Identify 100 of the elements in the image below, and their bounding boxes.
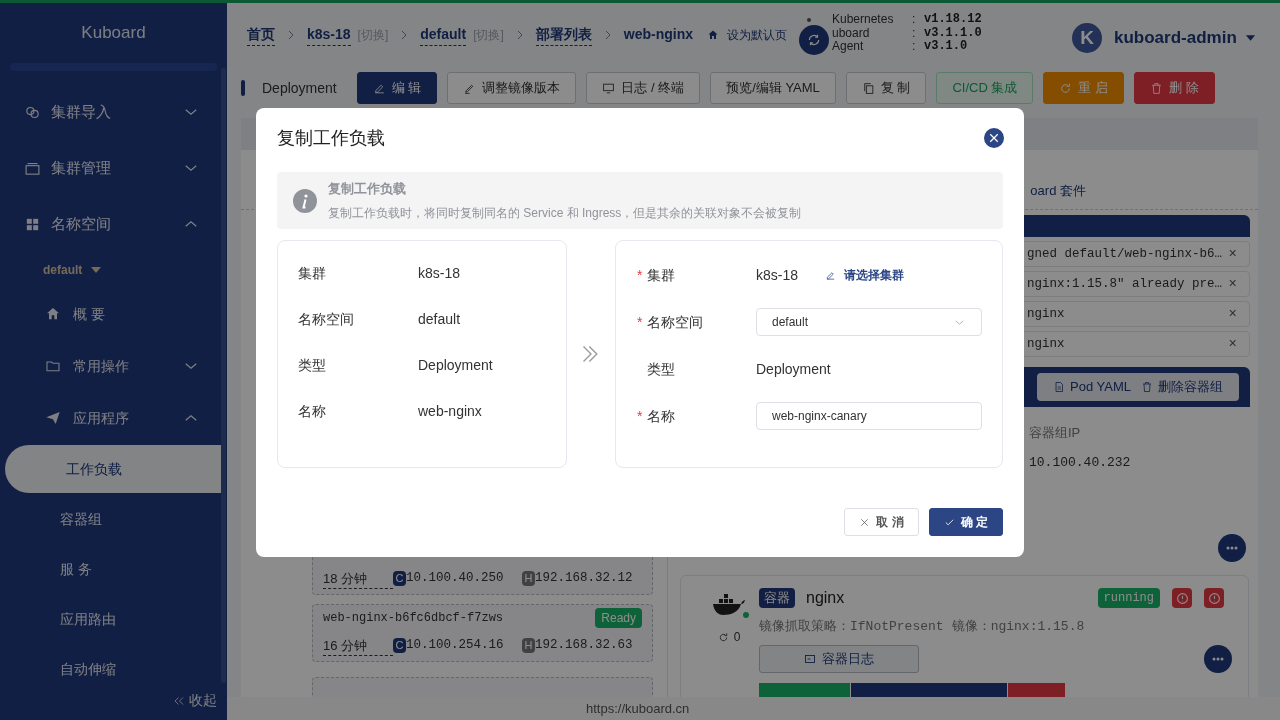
tag: H [522, 571, 535, 587]
host-ip: 192.168.32.12 [535, 570, 633, 588]
event-message: gned default/web-nginx-b6… [1027, 245, 1224, 263]
sidebar-item[interactable]: 集群导入 [0, 84, 222, 140]
folder-icon [45, 358, 61, 374]
double-chevron-left-icon [173, 694, 185, 707]
caret-down-icon [1244, 34, 1256, 42]
trash-icon [1150, 81, 1164, 95]
footer-link[interactable]: https://kuboard.cn [586, 698, 690, 719]
monitor-icon [602, 81, 616, 95]
sidebar-item[interactable]: 集群管理 [0, 140, 222, 196]
select-field[interactable]: default [756, 308, 982, 336]
trash-icon [1141, 381, 1153, 393]
toolbar-button[interactable]: 编 辑 [356, 72, 438, 104]
pod-action-button[interactable]: Pod YAML [1053, 377, 1131, 397]
toolbar-button[interactable]: 复 制 [845, 72, 927, 104]
alert-title: 复制工作负载 [328, 179, 407, 198]
sidebar-item[interactable]: 概 要 [0, 288, 222, 340]
breadcrumb-link[interactable]: web-nginx [623, 24, 694, 45]
alert-button[interactable] [1172, 588, 1192, 608]
sidebar-item[interactable]: 应用程序 [0, 392, 222, 444]
required-mark: * [637, 312, 644, 332]
close-button[interactable]: × [1228, 333, 1237, 355]
required-mark: * [637, 265, 644, 285]
document-icon [1053, 381, 1066, 393]
refresh-icon [1059, 81, 1073, 95]
home-icon [707, 28, 720, 41]
event-message: nginx:1.15.8" already pre… [1027, 275, 1224, 293]
pod-ip: 10.100.40.232 [1029, 453, 1132, 472]
field-label: 名称 [298, 402, 327, 421]
sidebar-subitem[interactable]: 服 务 [0, 544, 222, 594]
sidebar-item[interactable]: 名称空间 [0, 196, 222, 252]
more-button[interactable] [1204, 644, 1232, 673]
paper-plane-icon [45, 410, 61, 426]
pod-action-button[interactable]: 删除容器组 [1141, 377, 1223, 397]
tag: 容器 [759, 588, 795, 608]
version-value: v3.1.0 [924, 40, 968, 54]
close-button[interactable]: × [1228, 273, 1237, 295]
toolbar-button[interactable]: 删 除 [1134, 72, 1215, 104]
toolbar-button[interactable]: 调整镜像版本 [447, 72, 577, 104]
field-value: Deployment [756, 359, 831, 379]
event-message: nginx [1027, 335, 1066, 353]
toolbar-button[interactable]: CI/CD 集成 [936, 72, 1034, 104]
breadcrumb-link[interactable]: default [420, 23, 467, 46]
tag: H [522, 638, 535, 654]
app-title: Kuboard [80, 22, 147, 45]
version-name: Kubernetes [832, 13, 895, 27]
info-icon [293, 188, 317, 213]
suite-link[interactable]: oard 套件 [1030, 180, 1086, 201]
sidebar-subitem[interactable]: 工作负载 [5, 445, 222, 493]
colon: : [912, 13, 917, 27]
version-name: Agent [832, 40, 865, 54]
pod-card[interactable]: web-nginx-b6fc6dbcf-f7zws Ready 16 分钟 C 10.100.254.16 H 192.168.32.63 [312, 604, 653, 662]
refresh-icon [807, 33, 821, 47]
alert-button[interactable] [1204, 588, 1224, 608]
alert-icon [1207, 591, 1221, 605]
breadcrumb-link[interactable]: k8s-18 [307, 23, 351, 46]
set-default-link[interactable]: 设为默认页 [707, 25, 788, 44]
toolbar-button[interactable]: 预览/编辑 YAML [710, 72, 836, 104]
field-label: 类型 [298, 356, 327, 375]
whale-icon [711, 592, 747, 616]
dialog-button[interactable]: 确 定 [928, 508, 1003, 536]
breadcrumb-link[interactable]: 首页 [247, 23, 275, 46]
field-value: web-nginx [418, 402, 482, 421]
version-name: uboard [832, 26, 871, 40]
toolbar-button[interactable]: 日志 / 终端 [586, 72, 701, 104]
alert-icon [1175, 591, 1189, 605]
refresh-button[interactable] [799, 25, 829, 55]
user-menu[interactable]: kuboard-admin [1114, 25, 1256, 51]
input-field[interactable]: web-nginx-canary [756, 402, 982, 430]
more-icon [1212, 656, 1224, 661]
sidebar-subitem[interactable]: 容器组 [0, 494, 222, 544]
field-label: 集群 [647, 265, 675, 285]
image-info: 镜像抓取策略：IfNotPresent 镜像：nginx:1.15.8 [759, 617, 1086, 636]
breadcrumb-link[interactable]: 部署列表 [535, 23, 592, 46]
sidebar-item[interactable]: 常用操作 [0, 340, 222, 392]
scrollbar[interactable] [221, 68, 226, 683]
colon: : [912, 26, 917, 40]
pod-name: web-nginx-b6fc6dbcf-f7zws [323, 609, 504, 627]
terminal-icon [804, 652, 816, 665]
event-message: nginx [1027, 305, 1066, 323]
field-label: 集群 [298, 264, 327, 283]
user-avatar: K [1072, 23, 1102, 53]
copy-icon [861, 81, 875, 95]
close-button[interactable] [984, 128, 1004, 148]
restart-count: 0 [733, 629, 741, 646]
field-label: 容器组IP [1029, 424, 1082, 442]
dialog-button[interactable]: 取 消 [844, 508, 919, 536]
container-ip: 10.100.40.250 [406, 570, 505, 588]
container-name: nginx [806, 588, 846, 608]
more-button[interactable] [1218, 534, 1246, 562]
sidebar-subitem[interactable]: 应用路由 [0, 594, 222, 644]
log-button[interactable]: 容器日志 [759, 644, 919, 673]
namespace-selector[interactable]: default [43, 261, 83, 279]
close-button[interactable]: × [1228, 303, 1237, 325]
edit-icon [825, 269, 837, 281]
select-cluster-link[interactable]: 请选择集群 [825, 266, 905, 284]
close-button[interactable]: × [1228, 243, 1237, 265]
workload-kind: Deployment [262, 78, 337, 98]
field-label: 类型 [647, 359, 675, 379]
